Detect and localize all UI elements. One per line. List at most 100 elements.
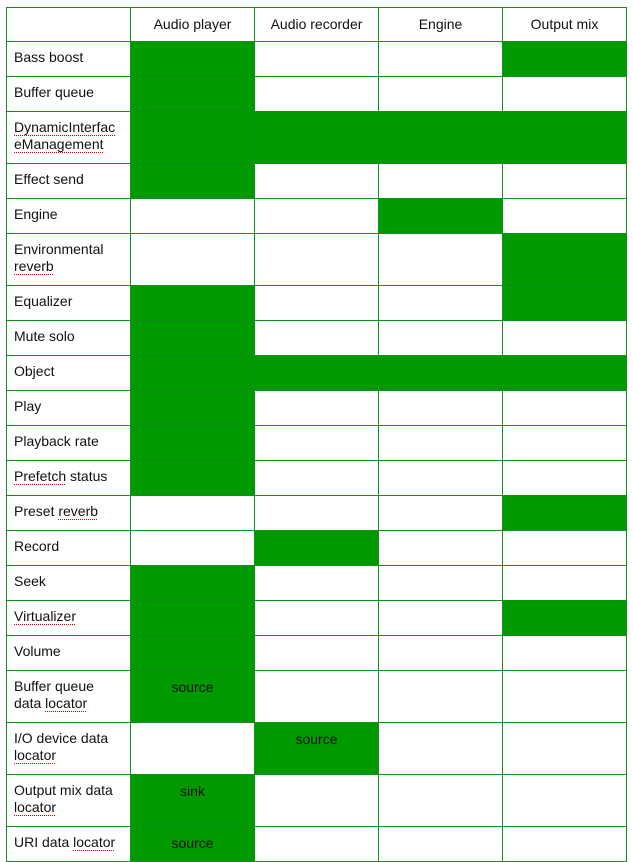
unsupported-cell <box>254 320 379 356</box>
supported-cell <box>378 198 503 234</box>
supported-cell <box>130 163 255 199</box>
unsupported-cell <box>254 163 379 199</box>
supported-cell: sink <box>130 774 255 827</box>
table-row: URI data locator source <box>6 826 627 862</box>
row-label: Buffer queue <box>6 76 131 112</box>
feature-matrix-table: Audio player Audio recorder Engine Outpu… <box>6 7 627 862</box>
row-label: Preset reverb <box>6 495 131 531</box>
table-row: Equalizer <box>6 285 627 321</box>
row-label: URI data locator <box>6 826 131 862</box>
supported-cell <box>130 320 255 356</box>
header-output-mix: Output mix <box>502 7 627 42</box>
unsupported-cell <box>254 635 379 671</box>
row-label: Engine <box>6 198 131 234</box>
unsupported-cell <box>378 320 503 356</box>
unsupported-cell <box>378 670 503 723</box>
unsupported-cell <box>378 285 503 321</box>
unsupported-cell <box>502 530 627 566</box>
unsupported-cell <box>502 826 627 862</box>
supported-cell: source <box>130 826 255 862</box>
unsupported-cell <box>254 41 379 77</box>
supported-cell <box>502 355 627 391</box>
supported-cell <box>130 635 255 671</box>
row-label: Prefetch status <box>6 460 131 496</box>
unsupported-cell <box>502 635 627 671</box>
unsupported-cell <box>502 163 627 199</box>
unsupported-cell <box>254 826 379 862</box>
supported-cell <box>502 495 627 531</box>
unsupported-cell <box>378 530 503 566</box>
supported-cell <box>130 111 255 164</box>
table-row: Bass boost <box>6 41 627 77</box>
unsupported-cell <box>502 460 627 496</box>
table-row: Prefetch status <box>6 460 627 496</box>
supported-cell <box>130 460 255 496</box>
supported-cell <box>130 565 255 601</box>
table-row: Output mix data locator sink <box>6 774 627 827</box>
table-row: Mute solo <box>6 320 627 356</box>
row-label: Mute solo <box>6 320 131 356</box>
table-row: Engine <box>6 198 627 234</box>
unsupported-cell <box>502 425 627 461</box>
unsupported-cell <box>378 76 503 112</box>
row-label: Object <box>6 355 131 391</box>
row-label: Environmental reverb <box>6 233 131 286</box>
supported-cell <box>378 111 503 164</box>
unsupported-cell <box>254 198 379 234</box>
unsupported-cell <box>130 198 255 234</box>
unsupported-cell <box>502 565 627 601</box>
unsupported-cell <box>130 233 255 286</box>
header-corner <box>6 7 131 42</box>
unsupported-cell <box>502 722 627 775</box>
table-row: Virtualizer <box>6 600 627 636</box>
row-label: I/O device data locator <box>6 722 131 775</box>
supported-cell <box>502 285 627 321</box>
row-label: Effect send <box>6 163 131 199</box>
table-row: Play <box>6 390 627 426</box>
unsupported-cell <box>254 460 379 496</box>
unsupported-cell <box>378 495 503 531</box>
supported-cell <box>130 285 255 321</box>
table-row: Preset reverb <box>6 495 627 531</box>
supported-cell: source <box>130 670 255 723</box>
table-row: Seek <box>6 565 627 601</box>
supported-cell <box>130 41 255 77</box>
supported-cell <box>130 355 255 391</box>
supported-cell: source <box>254 722 379 775</box>
table-row: Effect send <box>6 163 627 199</box>
unsupported-cell <box>254 76 379 112</box>
unsupported-cell <box>378 565 503 601</box>
unsupported-cell <box>502 774 627 827</box>
supported-cell <box>378 355 503 391</box>
unsupported-cell <box>502 670 627 723</box>
unsupported-cell <box>378 600 503 636</box>
supported-cell <box>254 111 379 164</box>
row-label: Virtualizer <box>6 600 131 636</box>
row-label: Bass boost <box>6 41 131 77</box>
unsupported-cell <box>254 774 379 827</box>
row-label: Buffer queue data locator <box>6 670 131 723</box>
supported-cell <box>502 41 627 77</box>
unsupported-cell <box>130 530 255 566</box>
supported-cell <box>130 425 255 461</box>
header-audio-player: Audio player <box>130 7 255 42</box>
header-audio-recorder: Audio recorder <box>254 7 379 42</box>
unsupported-cell <box>502 390 627 426</box>
unsupported-cell <box>378 425 503 461</box>
unsupported-cell <box>378 460 503 496</box>
row-label: DynamicInterfac eManagement <box>6 111 131 164</box>
unsupported-cell <box>502 198 627 234</box>
supported-cell <box>502 233 627 286</box>
unsupported-cell <box>254 425 379 461</box>
table-row: Playback rate <box>6 425 627 461</box>
unsupported-cell <box>378 163 503 199</box>
unsupported-cell <box>378 635 503 671</box>
supported-cell <box>254 355 379 391</box>
unsupported-cell <box>130 495 255 531</box>
unsupported-cell <box>502 76 627 112</box>
table-row: I/O device data locator source <box>6 722 627 775</box>
row-label: Equalizer <box>6 285 131 321</box>
unsupported-cell <box>378 826 503 862</box>
supported-cell <box>130 390 255 426</box>
supported-cell <box>130 76 255 112</box>
